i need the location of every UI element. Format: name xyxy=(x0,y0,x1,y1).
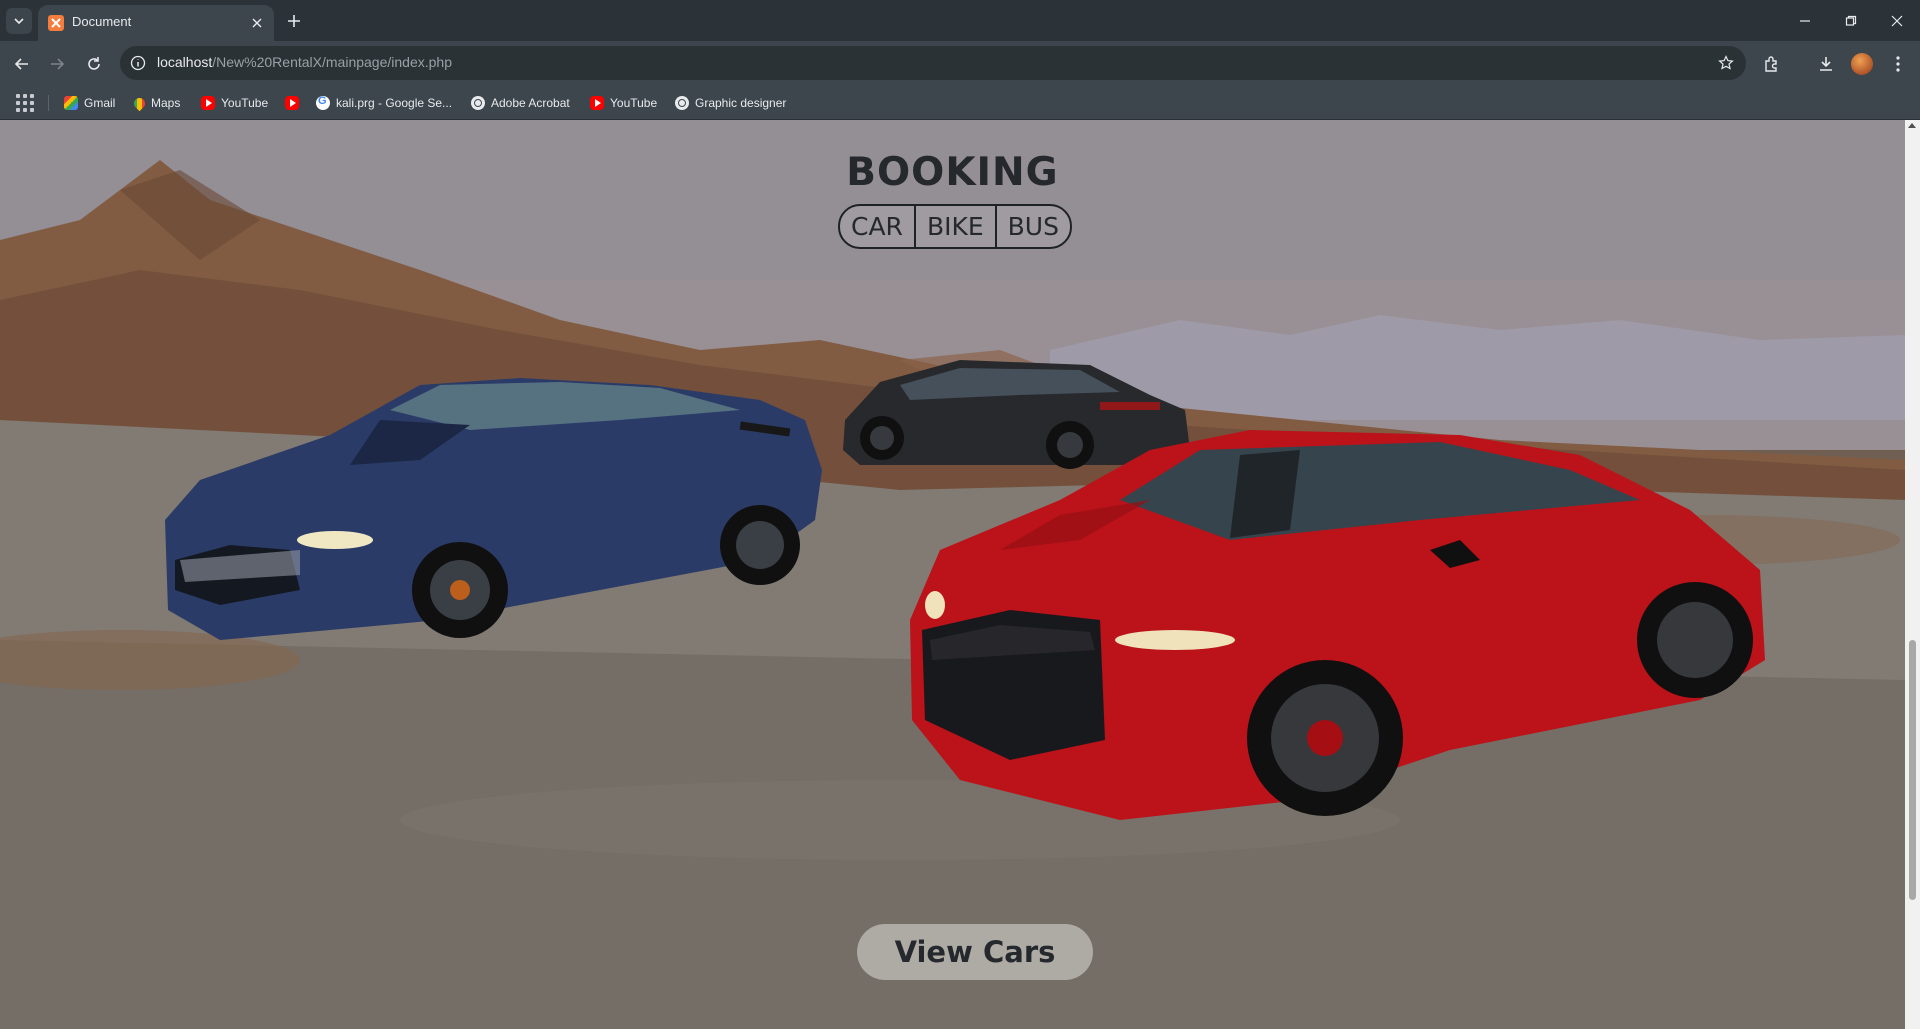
google-icon xyxy=(316,95,330,110)
new-tab-button[interactable] xyxy=(282,9,306,33)
bookmark-label: YouTube xyxy=(221,96,269,110)
tab-search-button[interactable] xyxy=(6,8,32,34)
minimize-icon xyxy=(1800,19,1810,22)
scrollbar-thumb[interactable] xyxy=(1909,640,1916,900)
restore-button[interactable] xyxy=(1828,0,1874,41)
browser-menu-button[interactable] xyxy=(1884,50,1912,78)
view-cars-button[interactable]: View Cars xyxy=(857,924,1093,980)
youtube-icon xyxy=(285,96,299,110)
profile-avatar[interactable] xyxy=(1851,53,1873,75)
globe-icon xyxy=(471,96,485,110)
vehicle-type-bus-button[interactable]: BUS xyxy=(994,206,1070,247)
site-info-icon[interactable] xyxy=(128,53,148,73)
bookmarks-bar: Gmail Maps YouTube kali.prg - Google Se.… xyxy=(0,86,1920,120)
downloads-button[interactable] xyxy=(1812,50,1840,78)
youtube-icon xyxy=(590,96,604,110)
more-vert-icon xyxy=(1896,56,1900,72)
extensions-button[interactable] xyxy=(1758,50,1786,78)
booking-heading: BOOKING xyxy=(846,150,1059,195)
youtube-icon xyxy=(201,96,215,110)
page-viewport xyxy=(0,120,1905,1029)
reload-icon xyxy=(88,57,100,70)
reload-button[interactable] xyxy=(80,50,108,78)
bookmark-label: Gmail xyxy=(84,96,116,110)
plus-icon xyxy=(288,15,300,27)
vehicle-type-car-button[interactable]: CAR xyxy=(840,206,914,247)
arrow-right-icon xyxy=(51,58,65,70)
bookmark-youtube[interactable]: YouTube xyxy=(201,93,268,113)
tab-title: Document xyxy=(72,14,132,29)
window-controls xyxy=(1782,0,1920,41)
bookmark-label: kali.prg - Google Se... xyxy=(336,96,453,110)
bookmark-gmail[interactable]: Gmail xyxy=(64,93,115,113)
tab-document[interactable]: Document xyxy=(38,5,274,41)
bookmark-youtube-2[interactable] xyxy=(285,93,299,113)
page-scrollbar[interactable] xyxy=(1905,120,1920,1029)
bookmark-youtube-3[interactable]: YouTube xyxy=(590,93,657,113)
restore-icon xyxy=(1845,15,1857,26)
maps-icon xyxy=(131,95,148,111)
apps-grid-icon[interactable] xyxy=(16,94,34,112)
download-icon xyxy=(1820,57,1832,71)
bookmarks-divider xyxy=(48,95,49,111)
forward-button[interactable] xyxy=(43,50,71,78)
bookmark-label: Adobe Acrobat xyxy=(491,96,570,110)
bookmark-maps[interactable]: Maps xyxy=(131,93,181,113)
globe-icon xyxy=(675,96,689,110)
xampp-favicon-icon xyxy=(48,15,64,31)
bookmark-star-icon[interactable] xyxy=(1716,53,1736,73)
hero-overlay xyxy=(0,120,1905,1029)
vehicle-type-bike-button[interactable]: BIKE xyxy=(913,206,995,247)
bookmark-graphic-designer[interactable]: Graphic designer xyxy=(675,93,786,113)
bookmark-google-search[interactable]: kali.prg - Google Se... xyxy=(316,93,452,113)
gmail-icon xyxy=(64,96,78,110)
puzzle-icon xyxy=(1765,56,1777,72)
close-tab-icon[interactable] xyxy=(248,14,266,32)
bookmark-adobe-acrobat[interactable]: Adobe Acrobat xyxy=(471,93,570,113)
url-path: /New%20RentalX/mainpage/index.php xyxy=(212,54,452,70)
vehicle-type-selector: CAR BIKE BUS xyxy=(838,204,1072,249)
close-window-button[interactable] xyxy=(1874,0,1920,41)
browser-toolbar: localhost/New%20RentalX/mainpage/index.p… xyxy=(0,41,1920,86)
arrow-left-icon xyxy=(14,58,28,70)
close-icon xyxy=(1891,15,1903,26)
url-text: localhost/New%20RentalX/mainpage/index.p… xyxy=(157,54,452,70)
minimize-button[interactable] xyxy=(1782,0,1828,41)
url-host: localhost xyxy=(157,54,213,70)
scroll-up-arrow-icon[interactable] xyxy=(1908,123,1916,128)
address-bar[interactable]: localhost/New%20RentalX/mainpage/index.p… xyxy=(120,46,1746,80)
tab-strip: Document xyxy=(0,0,1920,41)
bookmark-label: YouTube xyxy=(610,96,658,110)
back-button[interactable] xyxy=(8,50,36,78)
bookmark-label: Graphic designer xyxy=(695,96,787,110)
bookmark-label: Maps xyxy=(151,96,181,110)
chevron-down-icon xyxy=(14,18,24,25)
